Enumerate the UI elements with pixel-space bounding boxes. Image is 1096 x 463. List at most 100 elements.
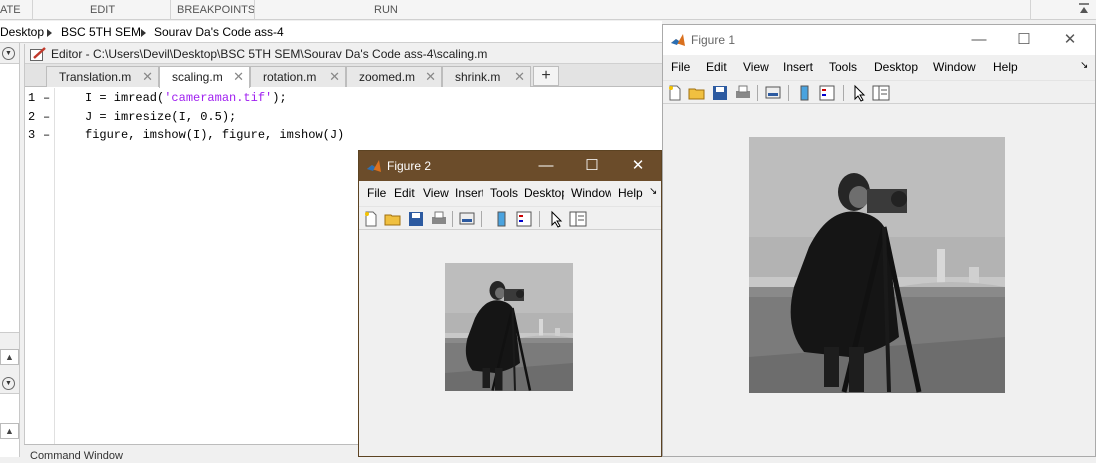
menu-tools[interactable]: Tools [490, 186, 518, 200]
command-window-label: Command Window [30, 450, 123, 462]
code-line[interactable]: J = imresize(I, 0.5); [85, 110, 236, 124]
breakpoint-marker[interactable]: – [43, 91, 50, 105]
insert-colorbar-icon[interactable] [796, 84, 814, 102]
toolbar-separator [539, 211, 540, 227]
ribbon-section-edit[interactable]: EDIT [90, 4, 115, 16]
property-inspector-icon[interactable] [569, 210, 587, 228]
current-folder-bar: Desktop BSC 5TH SEM Sourav Da's Code ass… [0, 21, 662, 43]
figure-title: Figure 2 [387, 159, 432, 173]
tab-label: Translation.m [59, 70, 132, 84]
menu-insert[interactable]: Insert [455, 186, 483, 200]
menu-file[interactable]: File [671, 60, 690, 74]
menu-file[interactable]: File [367, 186, 386, 200]
menu-window[interactable]: Window [571, 186, 611, 200]
close-tab-icon[interactable]: ✕ [514, 69, 525, 85]
toolbar-separator [757, 85, 758, 101]
minimize-button[interactable]: — [531, 155, 561, 177]
breadcrumb-bsc-5th-sem[interactable]: BSC 5TH SEM [61, 25, 141, 39]
code-line[interactable]: I = imread('cameraman.tif'); [85, 91, 287, 105]
ribbon-section-run[interactable]: RUN [374, 4, 398, 16]
breakpoint-marker[interactable]: – [43, 128, 50, 142]
open-file-icon[interactable] [384, 210, 402, 228]
figure-2-menu-bar: File Edit View Insert Tools Desktop Wind… [359, 181, 661, 205]
breadcrumb-desktop[interactable]: Desktop [0, 25, 44, 39]
ribbon-divider [32, 0, 33, 20]
collapse-toolstrip-icon[interactable] [1078, 3, 1090, 15]
minimize-button[interactable]: — [964, 29, 994, 51]
editor-title: Editor - C:\Users\Devil\Desktop\BSC 5TH … [51, 47, 488, 61]
maximize-button[interactable]: ☐ [577, 155, 607, 177]
figure-1-menu-bar: File Edit View Insert Tools Desktop Wind… [663, 55, 1095, 79]
cameraman-image-full [749, 137, 1005, 393]
menu-overflow-icon[interactable]: ↘ [649, 186, 657, 197]
link-figure-icon[interactable] [458, 210, 476, 228]
new-figure-icon[interactable] [362, 210, 380, 228]
ribbon-divider [170, 0, 171, 20]
panel-actions-icon[interactable]: ▼ [2, 47, 15, 60]
link-figure-icon[interactable] [764, 84, 782, 102]
menu-help[interactable]: Help [993, 60, 1018, 74]
print-icon[interactable] [734, 84, 752, 102]
figure-1-title-bar[interactable]: Figure 1 — ☐ ✕ [663, 25, 1095, 55]
cameraman-image-small [445, 263, 573, 391]
tab-translation[interactable]: Translation.m ✕ [46, 66, 159, 87]
workspace-scroll-up-button[interactable]: ▲ [0, 423, 19, 439]
close-tab-icon[interactable]: ✕ [329, 69, 340, 85]
tab-label: shrink.m [455, 70, 501, 84]
editor-tab-bar: Translation.m ✕ scaling.m ✕ rotation.m ✕… [25, 64, 663, 88]
print-icon[interactable] [430, 210, 448, 228]
tab-label: scaling.m [172, 70, 223, 84]
new-figure-icon[interactable] [666, 84, 684, 102]
close-button[interactable]: ✕ [1055, 29, 1085, 51]
tab-shrink[interactable]: shrink.m ✕ [442, 66, 531, 87]
ribbon-section-file[interactable]: ATE [0, 4, 21, 16]
menu-help[interactable]: Help [618, 186, 643, 200]
breadcrumb-code-folder[interactable]: Sourav Da's Code ass-4 [154, 25, 284, 39]
close-tab-icon[interactable]: ✕ [142, 69, 153, 85]
save-icon[interactable] [407, 210, 425, 228]
toolstrip-ribbon: ATE EDIT BREAKPOINTS RUN [0, 0, 1096, 20]
edit-plot-arrow-icon[interactable] [548, 210, 566, 228]
matlab-logo-icon [367, 159, 381, 173]
menu-overflow-icon[interactable]: ↘ [1080, 60, 1088, 71]
close-tab-icon[interactable]: ✕ [425, 69, 436, 85]
menu-edit[interactable]: Edit [706, 60, 727, 74]
workspace-actions-icon[interactable]: ▼ [2, 377, 15, 390]
menu-view[interactable]: View [423, 186, 449, 200]
tab-zoomed[interactable]: zoomed.m ✕ [346, 66, 442, 87]
edit-plot-arrow-icon[interactable] [851, 84, 869, 102]
breadcrumb-separator-icon [141, 29, 146, 37]
toolbar-separator [788, 85, 789, 101]
menu-view[interactable]: View [743, 60, 769, 74]
save-icon[interactable] [711, 84, 729, 102]
figure-2-toolbar [359, 206, 661, 230]
breakpoint-marker[interactable]: – [43, 110, 50, 124]
menu-window[interactable]: Window [933, 60, 976, 74]
ribbon-divider [1030, 0, 1031, 20]
figure-title: Figure 1 [691, 33, 736, 47]
add-tab-button[interactable]: + [533, 66, 559, 86]
figure-2-title-bar[interactable]: Figure 2 — ☐ ✕ [359, 151, 661, 181]
menu-desktop[interactable]: Desktop [524, 186, 564, 200]
open-file-icon[interactable] [688, 84, 706, 102]
toolbar-separator [843, 85, 844, 101]
maximize-button[interactable]: ☐ [1009, 29, 1039, 51]
line-number: 3 [28, 128, 36, 142]
code-line[interactable]: figure, imshow(I), figure, imshow(J) [85, 128, 344, 142]
scroll-up-button[interactable]: ▲ [0, 349, 19, 365]
close-button[interactable]: ✕ [623, 155, 653, 177]
tab-rotation[interactable]: rotation.m ✕ [250, 66, 346, 87]
command-window-header[interactable]: Command Window [24, 444, 364, 462]
menu-desktop[interactable]: Desktop [874, 60, 918, 74]
insert-legend-icon[interactable] [818, 84, 836, 102]
menu-edit[interactable]: Edit [394, 186, 415, 200]
editor-title-bar: Editor - C:\Users\Devil\Desktop\BSC 5TH … [25, 44, 663, 64]
ribbon-section-breakpoints[interactable]: BREAKPOINTS [177, 4, 255, 16]
insert-legend-icon[interactable] [515, 210, 533, 228]
tab-scaling[interactable]: scaling.m ✕ [159, 66, 250, 88]
property-inspector-icon[interactable] [872, 84, 890, 102]
insert-colorbar-icon[interactable] [493, 210, 511, 228]
menu-insert[interactable]: Insert [783, 60, 813, 74]
close-tab-icon[interactable]: ✕ [233, 69, 244, 85]
menu-tools[interactable]: Tools [829, 60, 857, 74]
